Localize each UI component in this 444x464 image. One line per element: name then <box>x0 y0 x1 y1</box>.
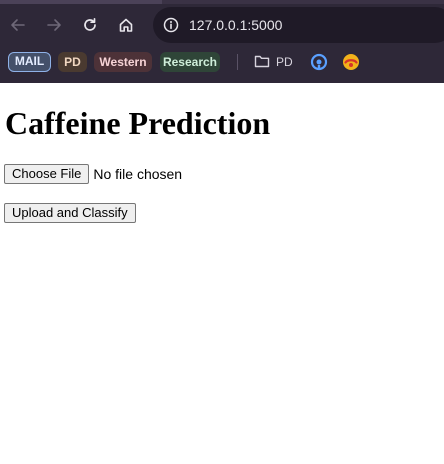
page-content: Caffeine Prediction Choose File No file … <box>0 83 444 464</box>
browser-toolbar: 127.0.0.1:5000 <box>0 4 444 46</box>
reload-button[interactable] <box>76 11 104 39</box>
bookmark-pd[interactable]: PD <box>58 52 87 72</box>
back-arrow-icon <box>10 17 26 33</box>
upload-classify-button[interactable]: Upload and Classify <box>4 203 136 223</box>
page-title: Caffeine Prediction <box>5 105 271 141</box>
address-bar[interactable]: 127.0.0.1:5000 <box>153 7 444 43</box>
bookmarks-separator <box>237 54 238 70</box>
file-input: Choose File No file chosen <box>4 164 182 184</box>
browser-chrome: 127.0.0.1:5000 MAIL PD Western Research … <box>0 0 444 83</box>
forward-arrow-icon <box>46 17 62 33</box>
file-status-text: No file chosen <box>93 166 183 182</box>
url-text[interactable]: 127.0.0.1:5000 <box>189 17 282 33</box>
back-button[interactable] <box>4 11 32 39</box>
reload-icon <box>82 17 98 33</box>
choose-file-button[interactable]: Choose File <box>4 164 90 184</box>
site-info-icon[interactable] <box>160 14 182 36</box>
folder-icon <box>254 54 270 71</box>
bookmarks-bar: MAIL PD Western Research PD <box>0 46 444 79</box>
bookmark-folder-label: PD <box>276 55 293 69</box>
bookmark-mail[interactable]: MAIL <box>8 52 51 72</box>
forward-button[interactable] <box>40 11 68 39</box>
home-icon <box>118 17 134 33</box>
bookmark-western[interactable]: Western <box>94 52 152 72</box>
web-app-icon[interactable] <box>342 53 360 71</box>
bookmark-research[interactable]: Research <box>160 52 220 72</box>
extension-icon[interactable] <box>310 53 328 71</box>
bookmark-folder-pd[interactable]: PD <box>254 52 293 72</box>
home-button[interactable] <box>112 11 140 39</box>
